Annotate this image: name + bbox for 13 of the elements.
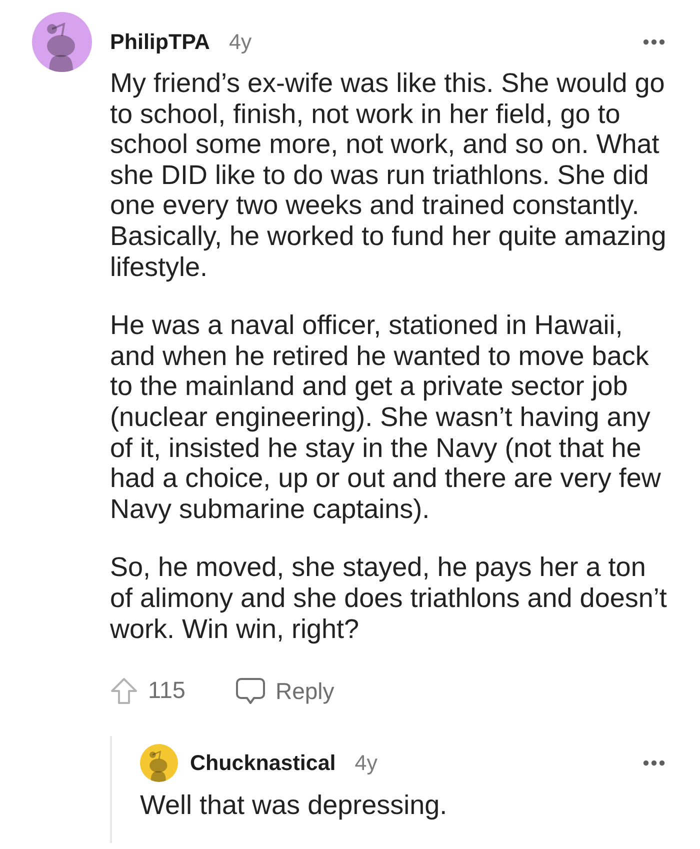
comment-paragraph: So, he moved, she stayed, he pays her a ton of alimony and she does triathlons and doesn’t work. Win win, right? — [110, 552, 668, 644]
comment-paragraph: He was a naval officer, stationed in Hawaii, and when he retired he wanted to move back to the mainland and get a private sector job (nuclear engineering). She wasn’t having any of it, insisted he stay in the Navy (not that he had a choice, up or out and there are very few Navy submarine captains). — [110, 310, 662, 524]
username[interactable]: Chucknastical — [190, 746, 336, 780]
reply-button[interactable]: Reply — [235, 674, 334, 708]
more-options-icon[interactable] — [643, 760, 665, 766]
vote-count: 115 — [148, 676, 186, 706]
comment-paragraph: Well that was depressing. — [140, 790, 448, 821]
more-options-icon[interactable] — [643, 39, 665, 45]
comment-age: 4y — [354, 750, 378, 777]
comment-age: 4y — [228, 28, 252, 56]
comment-paragraph: My friend’s ex-wife was like this. She would go to school, finish, not work in her field, go to school some more, not work, and so on. What she DID like to do was run triathlons. She did one every two weeks and trained constantly. Basically, he worked to fund her quite amazing lifestyle. — [110, 68, 668, 282]
username[interactable]: PhilipTPA — [110, 26, 210, 58]
speech-bubble-icon — [235, 677, 266, 706]
